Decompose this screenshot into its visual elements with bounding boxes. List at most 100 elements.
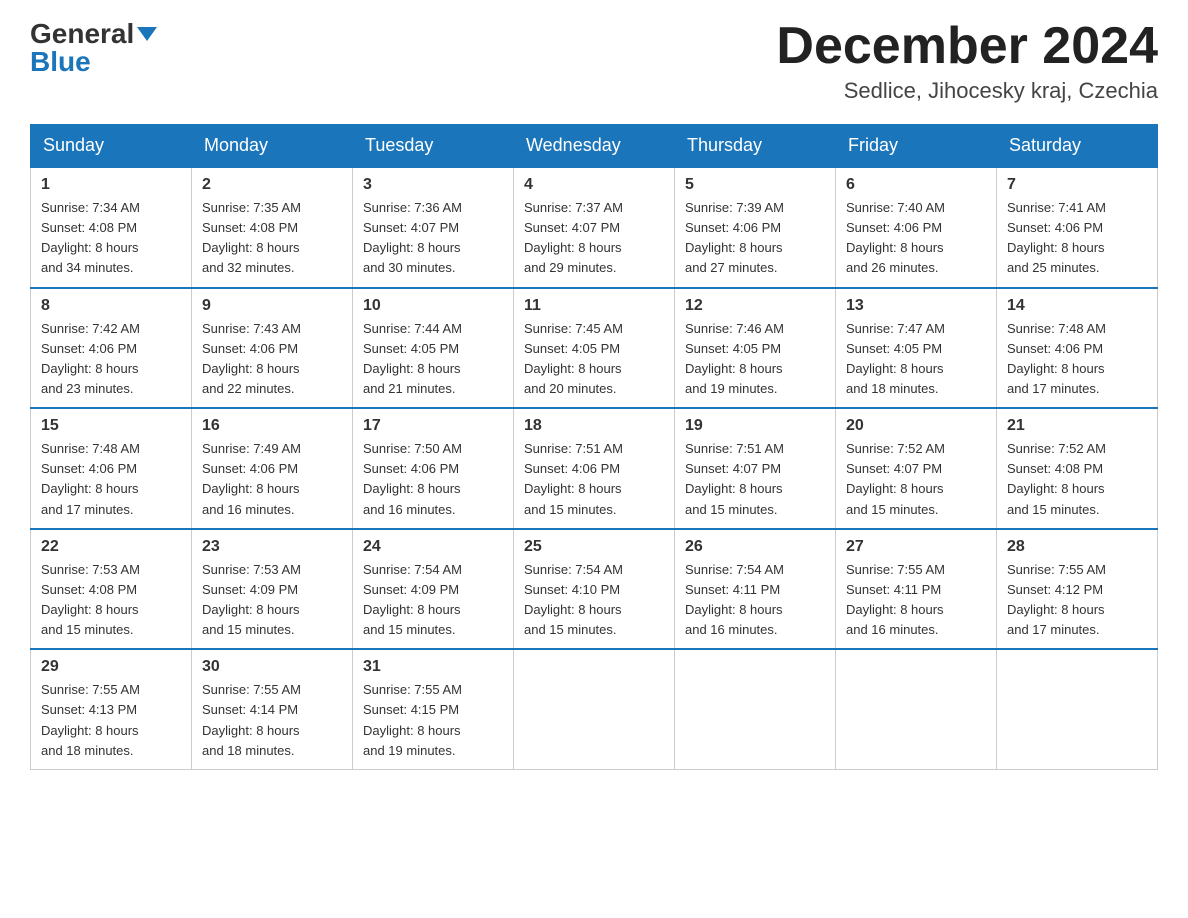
day-info: Sunrise: 7:45 AM Sunset: 4:05 PM Dayligh… [524,319,664,400]
calendar-cell: 12 Sunrise: 7:46 AM Sunset: 4:05 PM Dayl… [675,288,836,409]
day-number: 18 [524,417,664,435]
day-info: Sunrise: 7:55 AM Sunset: 4:14 PM Dayligh… [202,680,342,761]
day-info: Sunrise: 7:49 AM Sunset: 4:06 PM Dayligh… [202,439,342,520]
calendar-cell: 1 Sunrise: 7:34 AM Sunset: 4:08 PM Dayli… [31,167,192,288]
day-number: 11 [524,297,664,315]
day-number: 30 [202,658,342,676]
day-info: Sunrise: 7:47 AM Sunset: 4:05 PM Dayligh… [846,319,986,400]
col-monday: Monday [192,125,353,168]
col-wednesday: Wednesday [514,125,675,168]
day-number: 3 [363,176,503,194]
calendar-cell: 29 Sunrise: 7:55 AM Sunset: 4:13 PM Dayl… [31,649,192,769]
logo-blue-text: Blue [30,46,91,77]
header-row: Sunday Monday Tuesday Wednesday Thursday… [31,125,1158,168]
calendar-week-2: 8 Sunrise: 7:42 AM Sunset: 4:06 PM Dayli… [31,288,1158,409]
calendar-cell: 7 Sunrise: 7:41 AM Sunset: 4:06 PM Dayli… [997,167,1158,288]
day-number: 20 [846,417,986,435]
day-number: 21 [1007,417,1147,435]
logo-general-text: General [30,20,134,48]
calendar-week-1: 1 Sunrise: 7:34 AM Sunset: 4:08 PM Dayli… [31,167,1158,288]
calendar-cell: 17 Sunrise: 7:50 AM Sunset: 4:06 PM Dayl… [353,408,514,529]
calendar-cell [836,649,997,769]
calendar-cell: 23 Sunrise: 7:53 AM Sunset: 4:09 PM Dayl… [192,529,353,650]
calendar-cell [514,649,675,769]
calendar-cell: 3 Sunrise: 7:36 AM Sunset: 4:07 PM Dayli… [353,167,514,288]
calendar-week-3: 15 Sunrise: 7:48 AM Sunset: 4:06 PM Dayl… [31,408,1158,529]
day-info: Sunrise: 7:41 AM Sunset: 4:06 PM Dayligh… [1007,198,1147,279]
day-info: Sunrise: 7:34 AM Sunset: 4:08 PM Dayligh… [41,198,181,279]
calendar-cell: 18 Sunrise: 7:51 AM Sunset: 4:06 PM Dayl… [514,408,675,529]
calendar-cell: 6 Sunrise: 7:40 AM Sunset: 4:06 PM Dayli… [836,167,997,288]
day-info: Sunrise: 7:50 AM Sunset: 4:06 PM Dayligh… [363,439,503,520]
day-info: Sunrise: 7:43 AM Sunset: 4:06 PM Dayligh… [202,319,342,400]
day-number: 7 [1007,176,1147,194]
calendar-header: Sunday Monday Tuesday Wednesday Thursday… [31,125,1158,168]
logo-triangle-icon [137,27,157,41]
page-header: General Blue December 2024 Sedlice, Jiho… [30,20,1158,104]
calendar-week-5: 29 Sunrise: 7:55 AM Sunset: 4:13 PM Dayl… [31,649,1158,769]
day-info: Sunrise: 7:48 AM Sunset: 4:06 PM Dayligh… [1007,319,1147,400]
day-number: 4 [524,176,664,194]
day-number: 9 [202,297,342,315]
calendar-cell: 4 Sunrise: 7:37 AM Sunset: 4:07 PM Dayli… [514,167,675,288]
day-info: Sunrise: 7:52 AM Sunset: 4:08 PM Dayligh… [1007,439,1147,520]
day-info: Sunrise: 7:40 AM Sunset: 4:06 PM Dayligh… [846,198,986,279]
day-number: 8 [41,297,181,315]
calendar-cell: 15 Sunrise: 7:48 AM Sunset: 4:06 PM Dayl… [31,408,192,529]
calendar-cell: 13 Sunrise: 7:47 AM Sunset: 4:05 PM Dayl… [836,288,997,409]
day-number: 1 [41,176,181,194]
day-info: Sunrise: 7:35 AM Sunset: 4:08 PM Dayligh… [202,198,342,279]
day-number: 28 [1007,538,1147,556]
calendar-body: 1 Sunrise: 7:34 AM Sunset: 4:08 PM Dayli… [31,167,1158,769]
day-number: 15 [41,417,181,435]
calendar-cell: 28 Sunrise: 7:55 AM Sunset: 4:12 PM Dayl… [997,529,1158,650]
calendar-cell: 27 Sunrise: 7:55 AM Sunset: 4:11 PM Dayl… [836,529,997,650]
calendar-cell: 25 Sunrise: 7:54 AM Sunset: 4:10 PM Dayl… [514,529,675,650]
day-number: 14 [1007,297,1147,315]
day-info: Sunrise: 7:55 AM Sunset: 4:13 PM Dayligh… [41,680,181,761]
calendar-cell: 30 Sunrise: 7:55 AM Sunset: 4:14 PM Dayl… [192,649,353,769]
calendar-cell: 21 Sunrise: 7:52 AM Sunset: 4:08 PM Dayl… [997,408,1158,529]
col-tuesday: Tuesday [353,125,514,168]
day-info: Sunrise: 7:54 AM Sunset: 4:10 PM Dayligh… [524,560,664,641]
day-info: Sunrise: 7:42 AM Sunset: 4:06 PM Dayligh… [41,319,181,400]
calendar-cell: 9 Sunrise: 7:43 AM Sunset: 4:06 PM Dayli… [192,288,353,409]
calendar-cell: 24 Sunrise: 7:54 AM Sunset: 4:09 PM Dayl… [353,529,514,650]
day-info: Sunrise: 7:37 AM Sunset: 4:07 PM Dayligh… [524,198,664,279]
day-info: Sunrise: 7:51 AM Sunset: 4:07 PM Dayligh… [685,439,825,520]
calendar-cell: 16 Sunrise: 7:49 AM Sunset: 4:06 PM Dayl… [192,408,353,529]
day-number: 23 [202,538,342,556]
calendar-week-4: 22 Sunrise: 7:53 AM Sunset: 4:08 PM Dayl… [31,529,1158,650]
day-number: 24 [363,538,503,556]
logo: General Blue [30,20,157,76]
col-sunday: Sunday [31,125,192,168]
month-title: December 2024 [776,20,1158,72]
calendar-cell: 22 Sunrise: 7:53 AM Sunset: 4:08 PM Dayl… [31,529,192,650]
day-info: Sunrise: 7:36 AM Sunset: 4:07 PM Dayligh… [363,198,503,279]
day-number: 25 [524,538,664,556]
calendar-cell: 11 Sunrise: 7:45 AM Sunset: 4:05 PM Dayl… [514,288,675,409]
day-number: 16 [202,417,342,435]
calendar-cell [997,649,1158,769]
col-saturday: Saturday [997,125,1158,168]
day-number: 22 [41,538,181,556]
calendar-cell: 10 Sunrise: 7:44 AM Sunset: 4:05 PM Dayl… [353,288,514,409]
calendar-cell: 8 Sunrise: 7:42 AM Sunset: 4:06 PM Dayli… [31,288,192,409]
calendar-cell: 19 Sunrise: 7:51 AM Sunset: 4:07 PM Dayl… [675,408,836,529]
day-number: 6 [846,176,986,194]
calendar-cell: 31 Sunrise: 7:55 AM Sunset: 4:15 PM Dayl… [353,649,514,769]
day-info: Sunrise: 7:39 AM Sunset: 4:06 PM Dayligh… [685,198,825,279]
day-info: Sunrise: 7:53 AM Sunset: 4:09 PM Dayligh… [202,560,342,641]
col-friday: Friday [836,125,997,168]
day-info: Sunrise: 7:52 AM Sunset: 4:07 PM Dayligh… [846,439,986,520]
day-info: Sunrise: 7:46 AM Sunset: 4:05 PM Dayligh… [685,319,825,400]
location-title: Sedlice, Jihocesky kraj, Czechia [776,78,1158,104]
day-number: 13 [846,297,986,315]
col-thursday: Thursday [675,125,836,168]
day-number: 19 [685,417,825,435]
calendar-cell [675,649,836,769]
calendar-cell: 2 Sunrise: 7:35 AM Sunset: 4:08 PM Dayli… [192,167,353,288]
day-info: Sunrise: 7:55 AM Sunset: 4:15 PM Dayligh… [363,680,503,761]
day-info: Sunrise: 7:44 AM Sunset: 4:05 PM Dayligh… [363,319,503,400]
day-info: Sunrise: 7:54 AM Sunset: 4:11 PM Dayligh… [685,560,825,641]
